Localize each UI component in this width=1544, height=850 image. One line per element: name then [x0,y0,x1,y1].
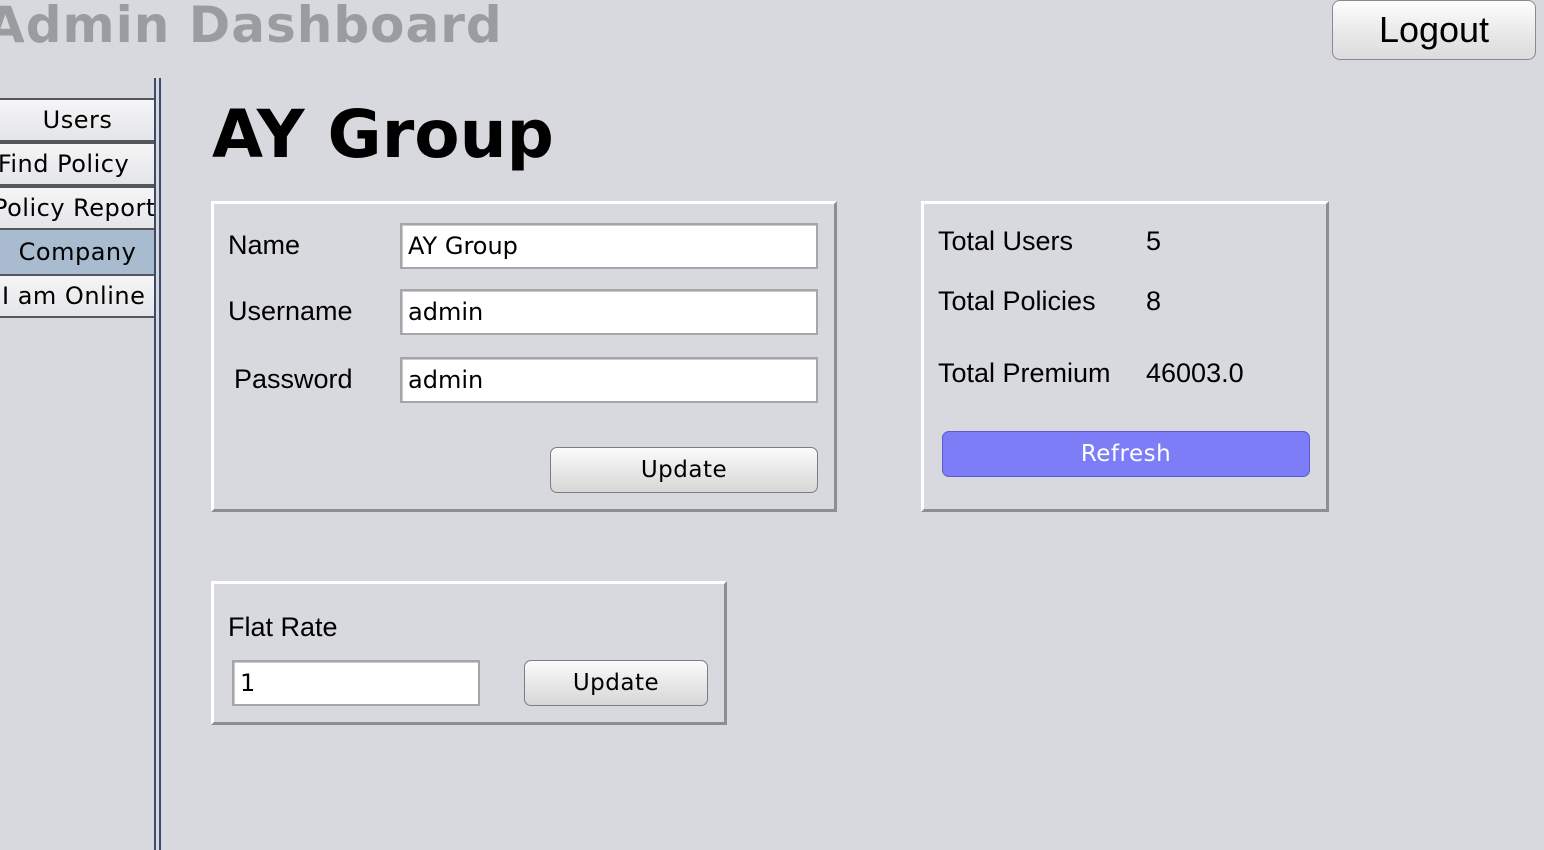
sidebar-item-policy-report[interactable]: Policy Report [0,186,157,230]
stats-panel: Total Users 5 Total Policies 8 Total Pre… [921,201,1329,512]
total-policies-label: Total Policies [938,286,1096,316]
sidebar-item-label: Policy Report [0,194,156,222]
name-label: Name [228,230,301,260]
update-flat-rate-button[interactable]: Update [524,660,708,706]
sidebar-item-users[interactable]: Users [0,98,157,142]
name-field[interactable] [400,223,818,269]
flat-rate-label: Flat Rate [228,612,338,642]
logout-button[interactable]: Logout [1332,0,1536,60]
sidebar-item-label: I am Online [2,282,146,310]
refresh-button[interactable]: Refresh [942,431,1310,477]
sidebar-item-label: Find Policy [0,150,130,178]
total-users-value: 5 [1146,226,1162,256]
sidebar-item-label: Company [18,238,137,266]
sidebar-item-i-am-online[interactable]: I am Online [0,274,157,318]
sidebar-item-label: Users [42,106,113,134]
sidebar-item-find-policy[interactable]: Find Policy [0,142,157,186]
split-pane-divider[interactable] [154,78,161,850]
total-premium-label: Total Premium [938,358,1111,388]
flat-rate-panel: Flat Rate Update [211,581,727,725]
company-info-panel: Name Username Password Update [211,201,837,512]
username-label: Username [228,296,353,326]
password-label: Password [234,364,353,394]
total-users-label: Total Users [938,226,1074,256]
username-field[interactable] [400,289,818,335]
admin-dashboard-window: Admin Dashboard Logout Users Find Policy… [0,0,1544,850]
password-field[interactable] [400,357,818,403]
total-policies-value: 8 [1146,286,1162,316]
page-title: AY Group [212,96,554,173]
total-premium-value: 46003.0 [1146,358,1244,388]
sidebar-nav: Users Find Policy Policy Report Company … [0,98,157,318]
app-title: Admin Dashboard [0,0,503,54]
flat-rate-field[interactable] [232,660,480,706]
update-company-button[interactable]: Update [550,447,818,493]
sidebar-item-company[interactable]: Company [0,230,157,274]
